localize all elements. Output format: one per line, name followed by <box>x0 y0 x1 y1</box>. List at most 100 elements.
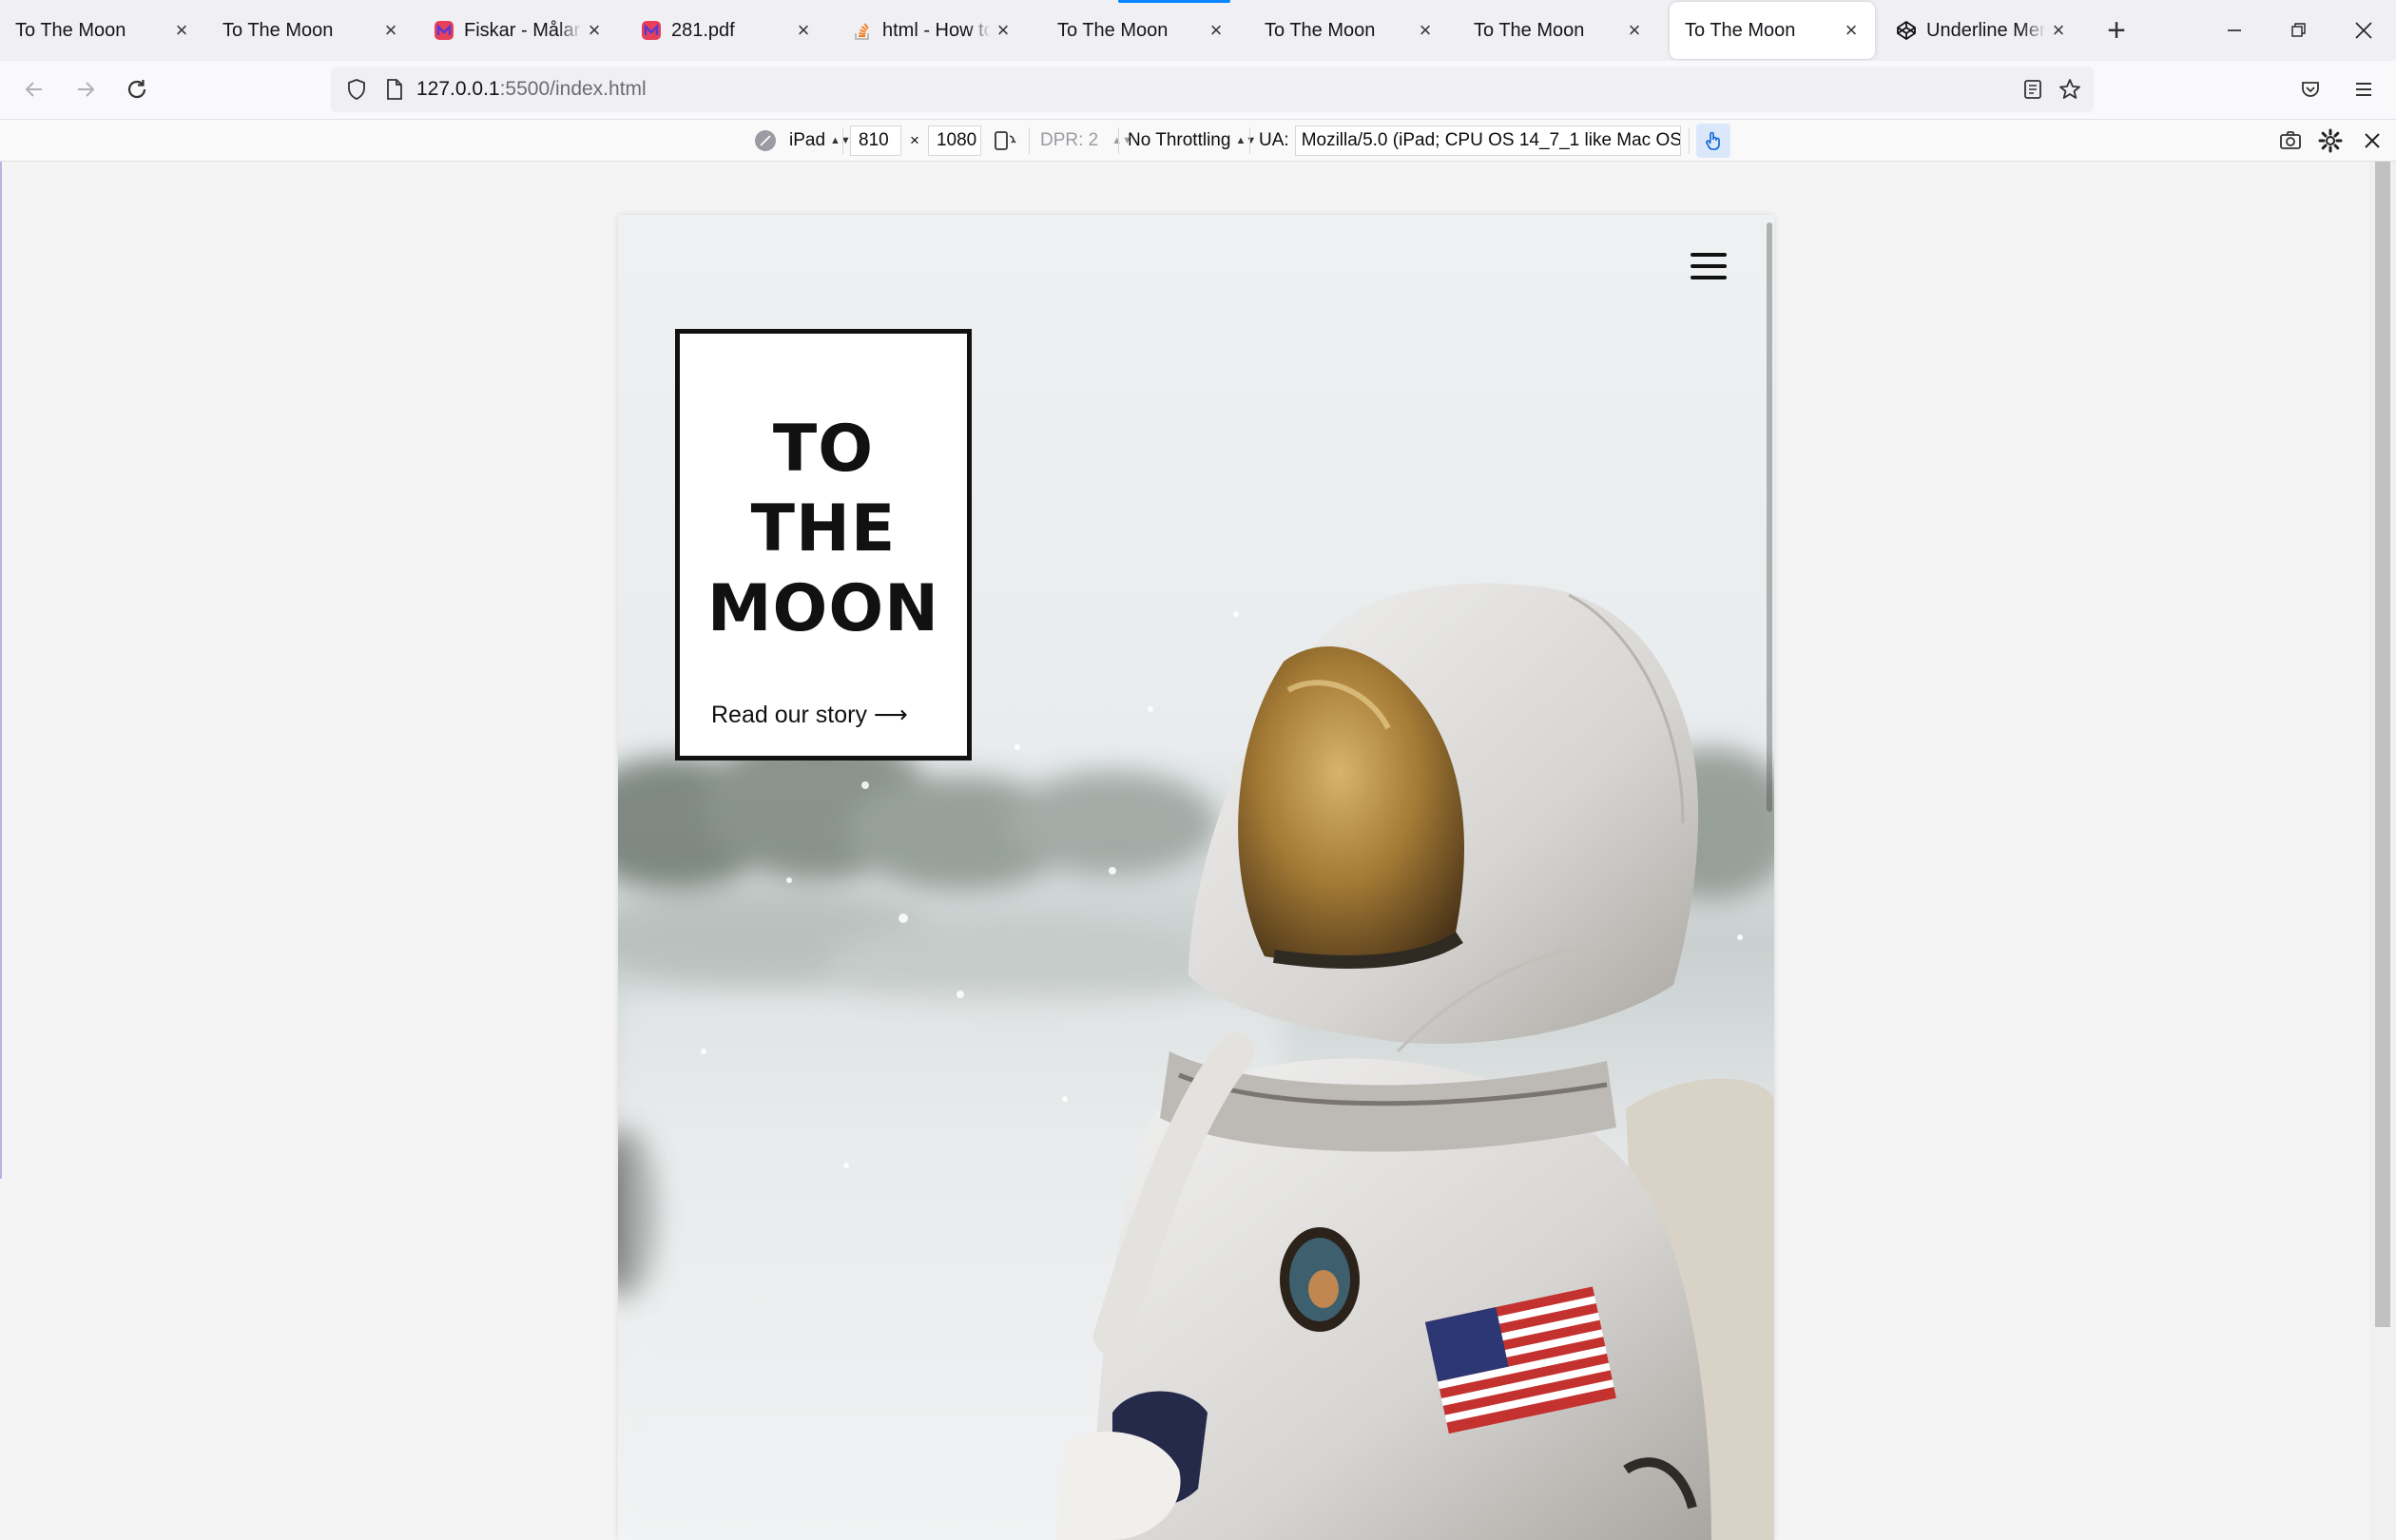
select-arrows-icon: ▲▼ <box>1235 135 1257 146</box>
url-host: 127.0.0.1 <box>416 78 500 100</box>
close-icon[interactable]: × <box>1622 18 1647 43</box>
tab-title: Fiskar - Målarbild <box>464 19 582 41</box>
hero-title-line: TO <box>772 412 875 487</box>
tab-2[interactable]: To The Moon × <box>207 2 415 59</box>
close-icon[interactable]: × <box>1839 18 1864 43</box>
new-tab-button[interactable]: + <box>2099 12 2134 48</box>
close-window-button[interactable] <box>2331 0 2396 61</box>
tab-strip: To The Moon × To The Moon × Fiskar - Mål… <box>0 0 2396 61</box>
device-icon <box>755 130 776 151</box>
tab-title: To The Moon <box>15 19 126 41</box>
back-button[interactable] <box>15 70 53 108</box>
tab-3[interactable]: Fiskar - Målarbild × <box>418 2 618 59</box>
tab-title: html - How to us <box>882 19 991 41</box>
hamburger-menu-icon[interactable] <box>1691 253 1727 279</box>
tab-title: To The Moon <box>1265 19 1376 41</box>
tab-10[interactable]: Underline Menu × <box>1881 2 2082 59</box>
tab-title: To The Moon <box>1685 19 1796 41</box>
forward-arrow-icon <box>78 82 95 97</box>
viewport-height-input[interactable]: 1080 <box>927 125 981 156</box>
menu-bar <box>1691 276 1727 279</box>
pocket-icon <box>2302 82 2319 97</box>
screenshot-button[interactable] <box>2278 120 2303 162</box>
url-text[interactable]: 127.0.0.1:5500/index.html <box>416 78 647 101</box>
settings-button[interactable] <box>2318 120 2343 162</box>
back-arrow-icon <box>25 82 42 97</box>
hamburger-icon <box>2356 83 2371 96</box>
minimize-button[interactable] <box>2202 0 2267 61</box>
codepen-icon <box>1897 21 1916 40</box>
tab-7[interactable]: To The Moon × <box>1249 2 1449 59</box>
window-edge <box>0 162 2 1179</box>
close-icon[interactable]: × <box>2046 18 2071 43</box>
tab-1[interactable]: To The Moon × <box>0 2 205 59</box>
tab-title: To The Moon <box>222 19 334 41</box>
close-icon <box>2365 133 2380 148</box>
viewport-size: 810 × 1080 <box>850 120 1017 162</box>
close-icon[interactable]: × <box>582 18 607 43</box>
close-icon[interactable]: × <box>378 18 403 43</box>
tab-4[interactable]: 281.pdf × <box>626 2 827 59</box>
touch-simulation-button[interactable] <box>1696 124 1730 158</box>
tab-title: Underline Menu <box>1926 19 2046 41</box>
times-sign: × <box>910 131 919 149</box>
reload-button[interactable] <box>118 70 156 108</box>
m-logo-icon <box>435 21 454 40</box>
hero-title-line: THE <box>750 491 897 567</box>
tab-6[interactable]: To The Moon × <box>1042 2 1240 59</box>
hero-title: TO THE MOON <box>680 410 967 649</box>
tab-8[interactable]: To The Moon × <box>1459 2 1658 59</box>
tab-title: To The Moon <box>1057 19 1169 41</box>
bookmark-star-icon[interactable] <box>2058 77 2082 102</box>
divider <box>1118 127 1119 154</box>
ua-label: UA: <box>1259 130 1289 150</box>
user-agent-input[interactable]: Mozilla/5.0 (iPad; CPU OS 14_7_1 like Ma… <box>1294 125 1681 156</box>
m-logo-icon <box>642 21 661 40</box>
restore-button[interactable] <box>2267 0 2331 61</box>
close-icon[interactable]: × <box>791 18 816 43</box>
dpr-label: DPR: 2 <box>1040 130 1099 150</box>
close-icon[interactable]: × <box>169 18 194 43</box>
tab-active[interactable]: To The Moon × <box>1670 2 1875 59</box>
select-arrows-icon: ▲▼ <box>830 135 851 146</box>
tab-5[interactable]: html - How to us × <box>837 2 1027 59</box>
reader-view-icon[interactable] <box>2021 78 2044 101</box>
minimize-icon <box>2228 29 2241 31</box>
touch-hand-icon <box>1706 131 1720 150</box>
read-story-link[interactable]: Read our story ⟶ <box>711 701 908 729</box>
divider <box>1249 127 1250 154</box>
close-icon[interactable]: × <box>1204 18 1228 43</box>
close-window-icon <box>2355 22 2372 39</box>
outer-scrollbar[interactable] <box>2369 162 2396 1540</box>
user-agent-field: UA: Mozilla/5.0 (iPad; CPU OS 14_7_1 lik… <box>1259 120 1681 162</box>
device-viewport: TO THE MOON Read our story ⟶ <box>618 215 1774 1540</box>
rotate-device-icon[interactable] <box>991 127 1017 154</box>
close-icon[interactable]: × <box>1413 18 1438 43</box>
hero-card: TO THE MOON Read our story ⟶ <box>675 329 972 760</box>
address-bar[interactable]: 127.0.0.1:5500/index.html <box>331 67 2094 112</box>
app-menu-button[interactable] <box>2345 70 2383 108</box>
forward-button[interactable] <box>67 70 105 108</box>
throttling-label: No Throttling <box>1128 130 1231 150</box>
device-selector[interactable]: iPad ▲▼ <box>753 120 851 162</box>
throttling-selector[interactable]: No Throttling ▲▼ <box>1128 120 1256 162</box>
viewport-width-input[interactable]: 810 <box>850 125 901 156</box>
tab-title: 281.pdf <box>671 19 735 41</box>
close-icon[interactable]: × <box>991 18 1015 43</box>
menu-bar <box>1691 264 1727 268</box>
page-scrollbar[interactable] <box>1767 222 1772 812</box>
navigation-toolbar: 127.0.0.1:5500/index.html <box>0 61 2396 120</box>
divider <box>842 127 843 154</box>
close-rdm-button[interactable] <box>2362 120 2383 162</box>
reload-icon <box>127 80 146 99</box>
restore-icon <box>2291 23 2306 37</box>
menu-bar <box>1691 253 1727 257</box>
responsive-design-toolbar: iPad ▲▼ 810 × 1080 DPR: 2 ▲▼ No Throttli… <box>0 120 2396 162</box>
device-name: iPad <box>789 130 826 150</box>
page-icon <box>387 79 402 100</box>
gear-icon <box>2318 128 2343 153</box>
scrollbar-thumb[interactable] <box>2375 162 2390 1327</box>
divider <box>1689 127 1690 154</box>
pocket-button[interactable] <box>2291 70 2329 108</box>
shield-icon[interactable] <box>344 77 369 102</box>
